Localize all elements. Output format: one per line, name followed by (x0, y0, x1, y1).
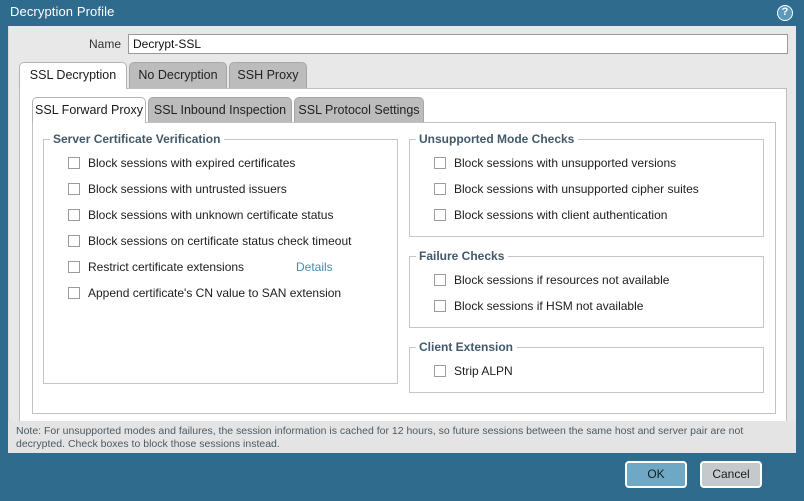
checkbox-unsupported-cipher-suites[interactable] (434, 183, 446, 195)
checkbox-row-unsupported-cipher-suites[interactable]: Block sessions with unsupported cipher s… (410, 176, 763, 202)
ssl-forward-proxy-panel: Server Certificate Verification Block se… (32, 122, 776, 414)
checkbox-untrusted-issuers[interactable] (68, 183, 80, 195)
checkbox-label-strip-alpn: Strip ALPN (454, 364, 513, 378)
group-legend-client-extension: Client Extension (419, 340, 514, 354)
checkbox-row-append-cn-to-san[interactable]: Append certificate's CN value to SAN ext… (44, 280, 397, 306)
tab-ssh-proxy[interactable]: SSH Proxy (229, 62, 307, 89)
inner-tabstrip: SSL Forward Proxy SSL Inbound Inspection… (32, 97, 776, 123)
checkbox-label-resources-not-available: Block sessions if resources not availabl… (454, 273, 670, 287)
checkbox-row-client-authentication[interactable]: Block sessions with client authenticatio… (410, 202, 763, 228)
checkbox-label-unsupported-versions: Block sessions with unsupported versions (454, 156, 677, 170)
checkbox-append-cn-to-san[interactable] (68, 287, 80, 299)
checkbox-unknown-certificate-status[interactable] (68, 209, 80, 221)
dialog-footer: OK Cancel (0, 453, 804, 501)
checkbox-unsupported-versions[interactable] (434, 157, 446, 169)
name-row: Name (9, 34, 796, 56)
checkbox-label-client-authentication: Block sessions with client authenticatio… (454, 208, 668, 222)
right-column: Unsupported Mode Checks Block sessions w… (409, 132, 764, 405)
group-legend-server-certificate-verification: Server Certificate Verification (53, 132, 221, 146)
tab-ssl-protocol-settings[interactable]: SSL Protocol Settings (294, 97, 424, 123)
ssl-decryption-panel: SSL Forward Proxy SSL Inbound Inspection… (19, 88, 787, 428)
checkbox-row-untrusted-issuers[interactable]: Block sessions with untrusted issuers (44, 176, 397, 202)
details-link[interactable]: Details (296, 260, 333, 274)
checkbox-certificate-status-check-timeout[interactable] (68, 235, 80, 247)
checkbox-row-unsupported-versions[interactable]: Block sessions with unsupported versions (410, 150, 763, 176)
name-input[interactable] (128, 34, 788, 54)
checkbox-hsm-not-available[interactable] (434, 300, 446, 312)
dialog-title-bar: Decryption Profile ? (0, 0, 804, 26)
checkbox-row-restrict-certificate-extensions[interactable]: Restrict certificate extensions Details (44, 254, 397, 280)
checkbox-expired-certificates[interactable] (68, 157, 80, 169)
checkbox-label-untrusted-issuers: Block sessions with untrusted issuers (88, 182, 287, 196)
left-column: Server Certificate Verification Block se… (43, 132, 398, 396)
group-client-extension: Client Extension Strip ALPN (409, 340, 764, 393)
ok-button[interactable]: OK (625, 461, 687, 488)
dialog-title: Decryption Profile (10, 4, 115, 19)
group-unsupported-mode-checks: Unsupported Mode Checks Block sessions w… (409, 132, 764, 237)
checkbox-row-certificate-status-check-timeout[interactable]: Block sessions on certificate status che… (44, 228, 397, 254)
checkbox-client-authentication[interactable] (434, 209, 446, 221)
group-legend-unsupported-mode-checks: Unsupported Mode Checks (419, 132, 575, 146)
help-circle-icon[interactable]: ? (777, 5, 793, 21)
name-label: Name (88, 37, 121, 51)
outer-tabstrip: SSL Decryption No Decryption SSH Proxy (19, 62, 796, 89)
checkbox-strip-alpn[interactable] (434, 365, 446, 377)
group-server-certificate-verification: Server Certificate Verification Block se… (43, 132, 398, 384)
group-legend-failure-checks: Failure Checks (419, 249, 505, 263)
tab-no-decryption[interactable]: No Decryption (129, 62, 227, 89)
checkbox-row-strip-alpn[interactable]: Strip ALPN (410, 358, 763, 384)
tab-ssl-decryption[interactable]: SSL Decryption (19, 62, 127, 89)
checkbox-row-hsm-not-available[interactable]: Block sessions if HSM not available (410, 293, 763, 319)
checkbox-label-append-cn-to-san: Append certificate's CN value to SAN ext… (88, 286, 342, 300)
tab-ssl-inbound-inspection[interactable]: SSL Inbound Inspection (148, 97, 292, 123)
note-bar: Note: For unsupported modes and failures… (8, 421, 796, 453)
checkbox-label-unknown-certificate-status: Block sessions with unknown certificate … (88, 208, 334, 222)
checkbox-restrict-certificate-extensions[interactable] (68, 261, 80, 273)
tab-ssl-forward-proxy[interactable]: SSL Forward Proxy (32, 97, 146, 123)
checkbox-label-hsm-not-available: Block sessions if HSM not available (454, 299, 644, 313)
note-text: Note: For unsupported modes and failures… (16, 425, 744, 450)
checkbox-label-expired-certificates: Block sessions with expired certificates (88, 156, 296, 170)
cancel-button[interactable]: Cancel (700, 461, 762, 488)
dialog-body: Name SSL Decryption No Decryption SSH Pr… (8, 26, 796, 453)
checkbox-row-unknown-certificate-status[interactable]: Block sessions with unknown certificate … (44, 202, 397, 228)
checkbox-label-certificate-status-check-timeout: Block sessions on certificate status che… (88, 234, 352, 248)
checkbox-row-resources-not-available[interactable]: Block sessions if resources not availabl… (410, 267, 763, 293)
checkbox-row-expired-certificates[interactable]: Block sessions with expired certificates (44, 150, 397, 176)
checkbox-resources-not-available[interactable] (434, 274, 446, 286)
checkbox-label-unsupported-cipher-suites: Block sessions with unsupported cipher s… (454, 182, 699, 196)
checkbox-label-restrict-certificate-extensions: Restrict certificate extensions (88, 260, 245, 274)
decryption-profile-dialog: Decryption Profile ? Name SSL Decryption… (0, 0, 804, 501)
group-failure-checks: Failure Checks Block sessions if resourc… (409, 249, 764, 328)
